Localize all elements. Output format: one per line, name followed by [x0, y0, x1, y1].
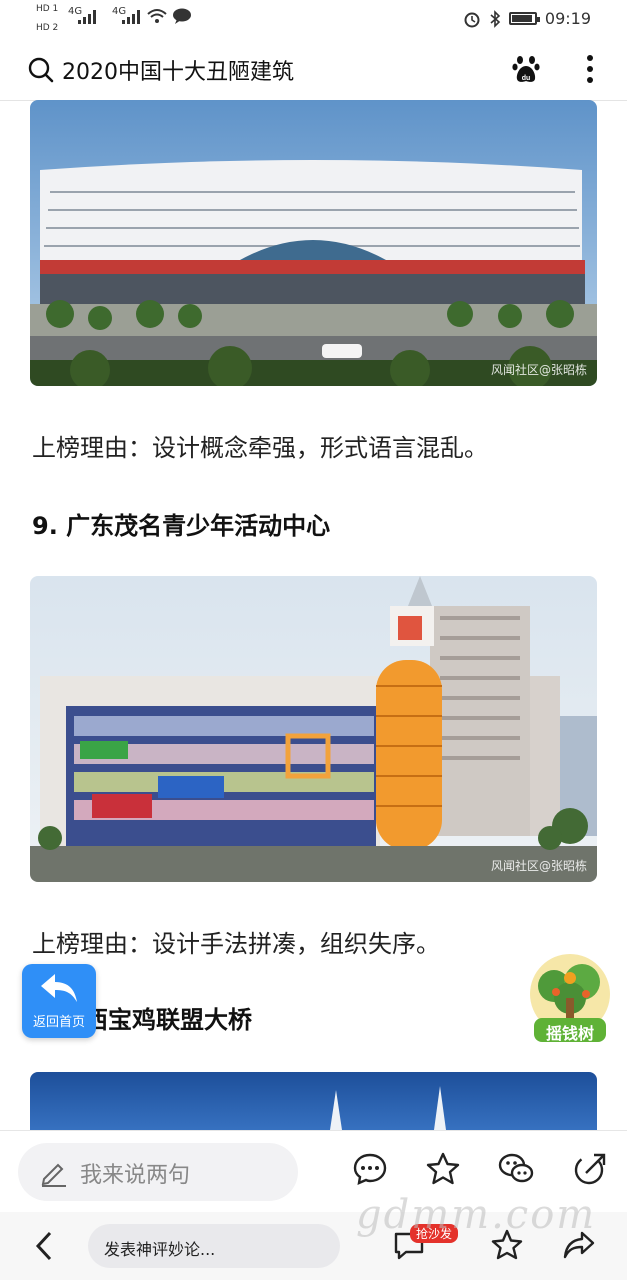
return-arrow-icon [41, 974, 77, 1002]
wechat-share-icon[interactable] [498, 1151, 534, 1187]
site-watermark: gdmm.com [356, 1192, 597, 1238]
youth-center-illustration [30, 576, 597, 882]
sim1-label: HD 1 [36, 4, 59, 14]
svg-text:du: du [522, 75, 531, 82]
entry-heading-9: 9. 广东茂名青少年活动中心 [32, 512, 331, 540]
terminal-illustration [30, 100, 597, 386]
reason-text-2: 上榜理由：设计手法拼凑，组织失序。 [32, 930, 440, 958]
comment-input[interactable]: 我来说两句 [18, 1143, 298, 1201]
chevron-left-icon[interactable] [34, 1230, 54, 1262]
article-image-terminal[interactable]: 风闻社区@张昭栋 [30, 100, 597, 386]
signal-icon-2 [122, 10, 140, 24]
chat-notification-icon [173, 8, 191, 24]
reason-text-1: 上榜理由：设计概念牵强，形式语言混乱。 [32, 434, 488, 462]
sim2-label: HD 2 [36, 23, 59, 33]
back-home-label: 返回首页 [32, 1015, 85, 1030]
wifi-icon [147, 9, 167, 23]
pencil-icon [41, 1163, 66, 1187]
status-right-group: 09:19 [463, 9, 591, 28]
status-signal-group: HD 1 HD 2 4G 4G [36, 4, 191, 34]
battery-icon [508, 12, 540, 25]
comment-placeholder: 我来说两句 [80, 1163, 191, 1188]
search-query-text[interactable]: 2020中国十大丑陋建筑 [62, 54, 294, 86]
article-image-youth-center[interactable]: 风闻社区@张昭栋 [30, 576, 597, 882]
clock: 09:19 [544, 9, 591, 28]
money-tree-button[interactable]: 摇钱树 [526, 954, 614, 1048]
image-watermark: 风闻社区@张昭栋 [490, 363, 587, 377]
money-tree-label: 摇钱树 [545, 1024, 594, 1043]
bluetooth-icon [490, 9, 501, 28]
post-comment-input[interactable]: 发表神评妙论... [88, 1224, 340, 1268]
bridge-illustration [30, 1072, 597, 1130]
status-bar: HD 1 HD 2 4G 4G 09:19 [0, 0, 627, 40]
article-image-bridge[interactable] [30, 1072, 597, 1130]
image-watermark-2: 风闻社区@张昭栋 [490, 859, 587, 873]
signal-icon [78, 10, 96, 24]
search-icon[interactable] [28, 57, 54, 83]
share-icon[interactable] [572, 1151, 608, 1187]
back-home-button[interactable]: 返回首页 [22, 964, 96, 1038]
comment-icon[interactable] [352, 1151, 388, 1187]
more-options-icon[interactable] [586, 54, 594, 84]
alarm-icon [464, 12, 480, 27]
post-placeholder: 发表神评妙论... [104, 1240, 216, 1259]
baidu-paw-icon[interactable]: du [512, 54, 540, 84]
favorite-star-icon[interactable] [425, 1151, 461, 1187]
